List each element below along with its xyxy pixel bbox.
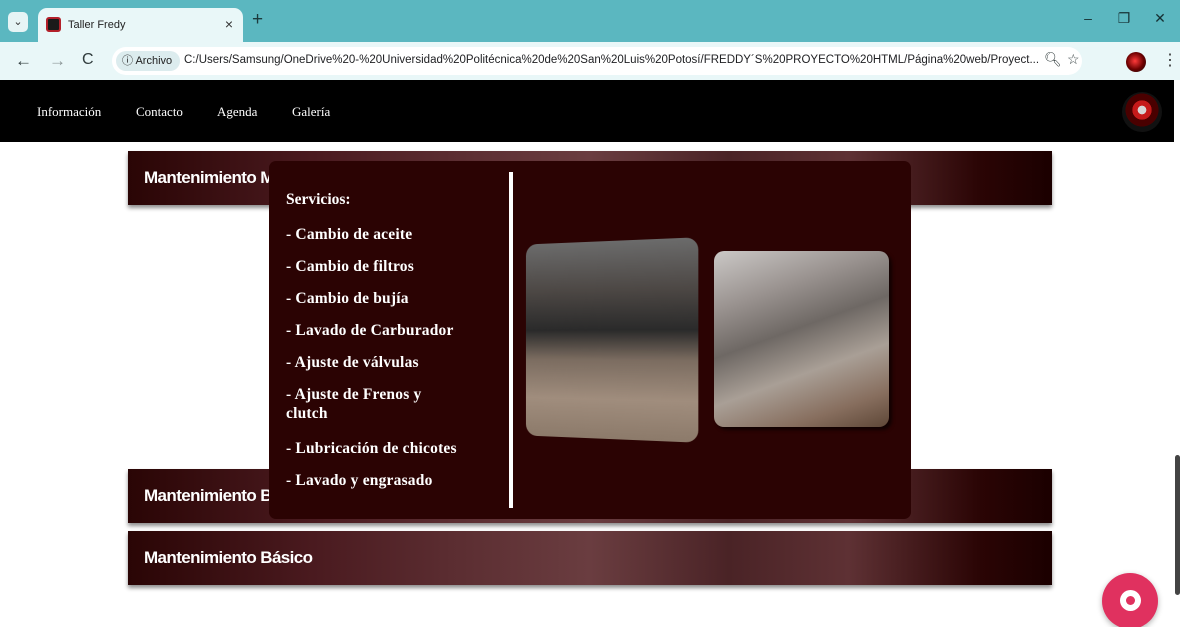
service-item: - Lavado de Carburador (286, 322, 454, 339)
section-title: Mantenimiento M (144, 168, 274, 187)
services-popup: Servicios: - Cambio de aceite - Cambio d… (269, 161, 911, 519)
motorcycle-photo (525, 237, 699, 443)
close-icon[interactable]: × (225, 16, 233, 32)
browser-tab-bar: ⌄ Taller Fredy × + – ❐ ✕ (0, 0, 1180, 42)
close-window-icon[interactable]: ✕ (1140, 10, 1180, 32)
nav-link-agenda[interactable]: Agenda (217, 104, 257, 120)
service-item: - Ajuste de Frenos y clutch (286, 386, 422, 422)
chat-button[interactable] (1102, 573, 1158, 627)
nav-link-informacion[interactable]: Información (37, 104, 101, 120)
engine-photo (714, 251, 889, 427)
kebab-menu-icon[interactable]: ⋮ (1162, 50, 1178, 70)
restore-icon[interactable]: ❐ (1104, 10, 1144, 32)
section-title: Mantenimiento Básico (144, 548, 313, 567)
nav-link-contacto[interactable]: Contacto (136, 104, 183, 120)
services-heading: Servicios: (286, 191, 351, 208)
section-mantenimiento-basico[interactable]: Mantenimiento Básico (128, 531, 1052, 585)
zoom-icon[interactable]: 🔍︎ (1044, 51, 1062, 68)
forward-arrow-icon[interactable]: → (49, 51, 66, 71)
chat-icon (1120, 590, 1141, 611)
new-tab-button[interactable]: + (252, 10, 263, 30)
minimize-icon[interactable]: – (1068, 10, 1108, 32)
service-item: - Cambio de filtros (286, 258, 414, 275)
star-icon[interactable]: ☆ (1067, 51, 1080, 68)
tab-title: Taller Fredy (68, 19, 126, 31)
divider (509, 172, 513, 508)
url-field[interactable]: ⓘ Archivo C:/Users/Samsung/OneDrive%20-%… (112, 47, 1082, 75)
address-bar: ← → C ⓘ Archivo C:/Users/Samsung/OneDriv… (0, 42, 1180, 80)
nav-link-galeria[interactable]: Galería (292, 104, 330, 120)
service-item: - Ajuste de válvulas (286, 354, 419, 371)
service-item: - Lavado y engrasado (286, 472, 433, 489)
chevron-down-icon[interactable]: ⌄ (8, 12, 28, 32)
site-logo[interactable] (1122, 92, 1162, 132)
back-arrow-icon[interactable]: ← (15, 51, 32, 71)
service-item: - Lubricación de chicotes (286, 440, 457, 457)
service-item: - Cambio de aceite (286, 226, 413, 243)
page-viewport: Información Contacto Agenda Galería Mant… (0, 80, 1180, 627)
reload-icon[interactable]: C (82, 51, 94, 69)
section-title: Mantenimiento B (144, 486, 273, 505)
scrollbar-thumb[interactable] (1175, 455, 1180, 595)
site-info-chip[interactable]: ⓘ Archivo (116, 51, 181, 71)
browser-tab[interactable]: Taller Fredy × (38, 8, 243, 42)
url-text[interactable]: C:/Users/Samsung/OneDrive%20-%20Universi… (184, 54, 1044, 66)
service-item: - Cambio de bujía (286, 290, 409, 307)
tab-favicon (46, 17, 61, 32)
profile-avatar[interactable] (1126, 52, 1146, 72)
site-navbar: Información Contacto Agenda Galería (0, 80, 1174, 142)
